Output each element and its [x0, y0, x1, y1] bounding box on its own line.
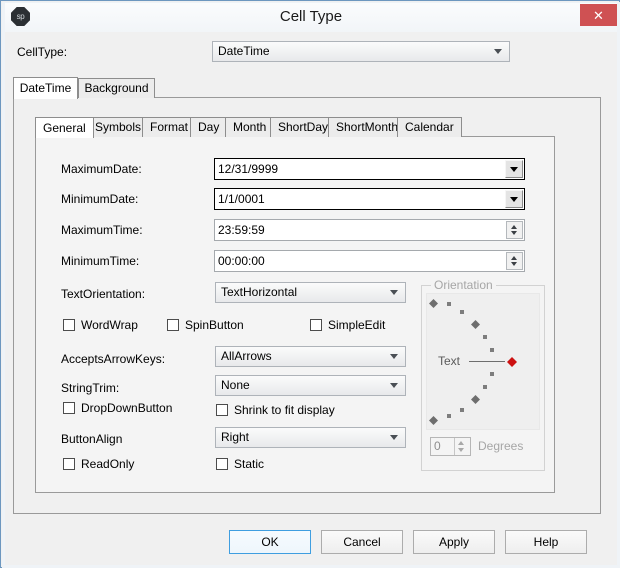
orientation-marker-selected[interactable] — [507, 357, 517, 367]
minimum-time-input[interactable]: 00:00:00 — [214, 250, 525, 272]
chevron-down-icon — [390, 435, 398, 440]
celltype-select[interactable]: DateTime — [212, 41, 510, 62]
string-trim-label: StringTrim: — [61, 381, 120, 395]
accepts-arrow-keys-value: AllArrows — [221, 349, 272, 363]
degrees-spin-arrows[interactable] — [454, 438, 470, 455]
minimum-date-label: MinimumDate: — [61, 192, 139, 206]
maximum-time-input[interactable]: 23:59:59 — [214, 219, 525, 241]
minimum-time-stepper[interactable] — [506, 252, 523, 270]
checkbox-box — [216, 458, 228, 470]
minimum-date-input[interactable]: 1/1/0001 — [214, 188, 525, 210]
orientation-marker-135[interactable] — [429, 299, 438, 308]
checkbox-label: DropDownButton — [81, 401, 173, 415]
minimum-time-label: MinimumTime: — [61, 254, 140, 268]
degrees-stepper[interactable]: 0 — [430, 437, 471, 456]
checkbox-label: SpinButton — [185, 318, 244, 332]
degrees-value: 0 — [434, 439, 441, 453]
accepts-arrow-keys-label: AcceptsArrowKeys: — [61, 352, 166, 366]
celltype-label: CellType: — [17, 45, 68, 59]
checkbox-box — [63, 402, 75, 414]
minimum-time-value: 00:00:00 — [218, 254, 265, 268]
checkbox-label: SimpleEdit — [328, 318, 386, 332]
orientation-dot[interactable] — [447, 302, 451, 306]
orientation-dot[interactable] — [483, 385, 487, 389]
tab-calendar[interactable]: Calendar — [397, 117, 462, 137]
chevron-down-icon — [390, 354, 398, 359]
checkbox-word-wrap[interactable]: WordWrap — [63, 318, 138, 332]
checkbox-shrink-to-fit[interactable]: Shrink to fit display — [216, 403, 335, 417]
chevron-down-icon — [390, 290, 398, 295]
string-trim-value: None — [221, 378, 250, 392]
help-button[interactable]: Help — [505, 530, 587, 554]
button-align-label: ButtonAlign — [61, 432, 123, 446]
maximum-time-label: MaximumTime: — [61, 223, 143, 237]
text-orientation-value: TextHorizontal — [221, 285, 298, 299]
orientation-legend: Orientation — [431, 278, 496, 292]
page-title: Cell Type — [279, 8, 343, 25]
tab-general[interactable]: General — [35, 117, 94, 138]
inner-tabstrip: General Symbols Format Day Month ShortDa… — [35, 117, 575, 138]
chevron-down-icon — [494, 49, 502, 54]
checkbox-label: Static — [234, 457, 265, 471]
text-orientation-label: TextOrientation: — [61, 287, 146, 301]
maximum-date-label: MaximumDate: — [61, 162, 142, 176]
tab-format[interactable]: Format — [142, 117, 197, 137]
celltype-selected-value: DateTime — [218, 44, 270, 58]
checkbox-label: Shrink to fit display — [234, 403, 335, 417]
cell-type-dialog: sp Cell Type ✕ CellType: DateTime DateTi… — [0, 0, 620, 568]
tab-symbols[interactable]: Symbols — [87, 117, 150, 137]
tab-background[interactable]: Background — [78, 78, 155, 98]
checkbox-box — [63, 458, 75, 470]
outer-tabstrip: DateTime Background — [13, 77, 601, 99]
checkbox-label: ReadOnly — [81, 457, 135, 471]
tab-month[interactable]: Month — [225, 117, 275, 137]
close-icon[interactable]: ✕ — [580, 4, 617, 26]
checkbox-box — [310, 319, 322, 331]
accepts-arrow-keys-select[interactable]: AllArrows — [215, 346, 406, 367]
checkbox-drop-down-button[interactable]: DropDownButton — [63, 401, 172, 415]
orientation-dot[interactable] — [447, 414, 451, 418]
tab-shortday[interactable]: ShortDay — [270, 117, 337, 137]
checkbox-simple-edit[interactable]: SimpleEdit — [310, 318, 385, 332]
calendar-dropdown-icon[interactable] — [505, 160, 523, 178]
apply-button[interactable]: Apply — [413, 530, 495, 554]
maximum-date-value: 12/31/9999 — [218, 162, 279, 176]
maximum-time-stepper[interactable] — [506, 221, 523, 239]
orientation-dot[interactable] — [483, 335, 487, 339]
checkbox-box — [63, 319, 75, 331]
tab-datetime[interactable]: DateTime — [13, 77, 78, 99]
button-align-value: Right — [221, 430, 250, 444]
checkbox-box — [216, 404, 228, 416]
orientation-text-sample: Text — [438, 354, 461, 368]
tab-shortmonth[interactable]: ShortMonth — [328, 117, 407, 137]
tab-day[interactable]: Day — [190, 117, 228, 137]
ok-button[interactable]: OK — [229, 530, 311, 554]
checkbox-spin-button[interactable]: SpinButton — [167, 318, 244, 332]
chevron-down-icon — [390, 383, 398, 388]
orientation-leader-line — [469, 361, 505, 362]
calendar-dropdown-icon[interactable] — [505, 190, 523, 208]
cancel-button[interactable]: Cancel — [321, 530, 403, 554]
checkbox-static[interactable]: Static — [216, 457, 264, 471]
checkbox-box — [167, 319, 179, 331]
text-orientation-select[interactable]: TextHorizontal — [215, 282, 406, 303]
orientation-marker-225[interactable] — [429, 416, 438, 425]
orientation-dot[interactable] — [460, 408, 464, 412]
maximum-time-value: 23:59:59 — [218, 223, 265, 237]
maximum-date-input[interactable]: 12/31/9999 — [214, 158, 525, 180]
orientation-marker-240[interactable] — [471, 395, 480, 404]
orientation-dot[interactable] — [460, 310, 464, 314]
checkbox-read-only[interactable]: ReadOnly — [63, 457, 134, 471]
checkbox-label: WordWrap — [81, 318, 138, 332]
button-align-select[interactable]: Right — [215, 427, 406, 448]
minimum-date-value: 1/1/0001 — [218, 192, 265, 206]
orientation-dot[interactable] — [490, 372, 494, 376]
title-bar: sp Cell Type ✕ — [2, 2, 620, 32]
degrees-label: Degrees — [478, 439, 524, 453]
orientation-marker-120[interactable] — [471, 320, 480, 329]
string-trim-select[interactable]: None — [215, 375, 406, 396]
orientation-dot[interactable] — [490, 348, 494, 352]
